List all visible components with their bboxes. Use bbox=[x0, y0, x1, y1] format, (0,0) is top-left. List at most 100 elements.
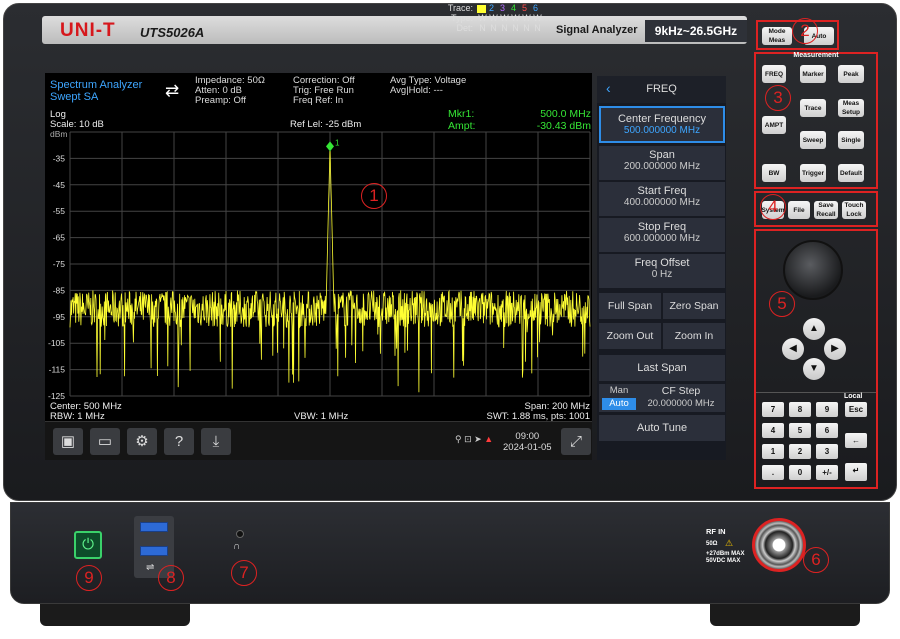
left-arrow-key[interactable]: ◀ bbox=[782, 338, 804, 360]
key-dot[interactable]: . bbox=[762, 465, 784, 480]
default-key[interactable]: Default bbox=[838, 164, 864, 182]
screenshot-icon[interactable]: ▣ bbox=[53, 428, 83, 455]
marker-1-diamond[interactable] bbox=[326, 141, 334, 152]
model-name: UTS5026A bbox=[140, 25, 205, 40]
trace-6: 6 bbox=[532, 3, 538, 13]
clock-time: 09:00 bbox=[515, 431, 540, 442]
avg-hold-text: Avg|Hold: --- bbox=[390, 85, 443, 96]
usb-port-1[interactable] bbox=[140, 522, 168, 532]
type-1: W bbox=[478, 13, 487, 23]
mode-line-1: Spectrum Analyzer bbox=[50, 79, 143, 91]
key-6[interactable]: 6 bbox=[816, 423, 838, 438]
y-tick-label: -95 bbox=[53, 312, 66, 322]
usb-icon: ⇌ bbox=[146, 562, 155, 573]
spectrum-plot[interactable]: -35 -45 -55 -65 -75 -85 -95 -105 -115 -125 1 bbox=[45, 130, 592, 400]
softkey-auto-tune[interactable]: Auto Tune bbox=[599, 415, 725, 441]
menu-title: FREQ bbox=[597, 76, 726, 103]
back-chevron-icon[interactable]: ‹ bbox=[606, 80, 611, 96]
type-3: W bbox=[500, 13, 509, 23]
touch-lock-key[interactable]: Touch Lock bbox=[842, 201, 866, 219]
trace-2: 2 bbox=[488, 3, 494, 13]
meas-setup-key[interactable]: Meas Setup bbox=[838, 99, 864, 117]
left-foot bbox=[40, 604, 190, 626]
right-foot bbox=[710, 604, 860, 626]
softkey-zero-span[interactable]: Zero Span bbox=[663, 293, 725, 319]
callout-9: 9 bbox=[76, 565, 102, 591]
right-arrow-key[interactable]: ▶ bbox=[824, 338, 846, 360]
softkey-zoom-out[interactable]: Zoom Out bbox=[599, 323, 661, 349]
rotary-knob[interactable] bbox=[783, 240, 843, 300]
y-tick-label: -75 bbox=[53, 259, 66, 269]
key-3[interactable]: 3 bbox=[816, 444, 838, 459]
key-4[interactable]: 4 bbox=[762, 423, 784, 438]
measurement-title: Measurement bbox=[793, 52, 839, 59]
headphone-jack[interactable] bbox=[236, 530, 244, 538]
ref-level[interactable]: Ref Lel: -25 dBm bbox=[290, 119, 361, 130]
y-tick-label: -65 bbox=[53, 233, 66, 243]
softkey-center-frequency[interactable]: Center Frequency 500.000000 MHz bbox=[599, 106, 725, 143]
marker-labels: Mkr1: Ampt: bbox=[448, 108, 475, 132]
key-0[interactable]: 0 bbox=[789, 465, 811, 480]
key-2[interactable]: 2 bbox=[789, 444, 811, 459]
usb-port-2[interactable] bbox=[140, 546, 168, 556]
cf-step-man[interactable]: Man bbox=[602, 385, 636, 397]
trace-label: Trace: bbox=[447, 3, 473, 13]
clock: 09:00 2024-01-05 bbox=[503, 431, 552, 453]
det-3: N bbox=[501, 23, 508, 33]
det-2: N bbox=[490, 23, 497, 33]
caution-icon: ⚠ bbox=[725, 538, 734, 548]
key-8[interactable]: 8 bbox=[789, 402, 811, 417]
y-tick-label: -35 bbox=[53, 153, 66, 163]
save-recall-key[interactable]: Save Recall bbox=[814, 201, 838, 219]
trace-1-swatch bbox=[477, 4, 486, 13]
bw-key[interactable]: BW bbox=[762, 164, 786, 182]
fullscreen-icon[interactable]: ⤢ bbox=[561, 428, 591, 455]
backspace-key[interactable]: ← bbox=[845, 433, 867, 448]
enter-key[interactable]: ↵ bbox=[845, 463, 867, 481]
softkey-last-span[interactable]: Last Span bbox=[599, 355, 725, 381]
down-arrow-key[interactable]: ▼ bbox=[803, 358, 825, 380]
trace-key[interactable]: Trace bbox=[800, 99, 826, 117]
key-5[interactable]: 5 bbox=[789, 423, 811, 438]
span-label: Span bbox=[649, 149, 675, 161]
up-arrow-key[interactable]: ▲ bbox=[803, 318, 825, 340]
single-key[interactable]: Single bbox=[838, 131, 864, 149]
stop-freq-value: 600.000000 MHz bbox=[623, 233, 701, 244]
freq-key[interactable]: FREQ bbox=[762, 65, 786, 83]
det-6: N bbox=[534, 23, 541, 33]
softkey-span[interactable]: Span 200.000000 MHz bbox=[599, 146, 725, 180]
mode-meas-button[interactable]: Mode Meas bbox=[762, 27, 792, 45]
cf-step-label: CF Step bbox=[661, 385, 701, 397]
softkey-start-freq[interactable]: Start Freq 400.000000 MHz bbox=[599, 182, 725, 216]
download-icon[interactable]: ⤓ bbox=[201, 428, 231, 455]
det-1: N bbox=[479, 23, 486, 33]
headphone-icon: ∩ bbox=[233, 541, 241, 552]
ampt-key[interactable]: AMPT bbox=[762, 116, 786, 134]
key-7[interactable]: 7 bbox=[762, 402, 784, 417]
softkey-zoom-in[interactable]: Zoom In bbox=[663, 323, 725, 349]
marker-key[interactable]: Marker bbox=[800, 65, 826, 83]
softkey-cf-step[interactable]: Man Auto CF Step 20.000000 MHz bbox=[599, 384, 725, 412]
softkey-full-span[interactable]: Full Span bbox=[599, 293, 661, 319]
folder-icon[interactable]: ▭ bbox=[90, 428, 120, 455]
key-9[interactable]: 9 bbox=[816, 402, 838, 417]
trigger-key[interactable]: Trigger bbox=[800, 164, 826, 182]
esc-key[interactable]: Esc bbox=[845, 402, 867, 417]
softkey-stop-freq[interactable]: Stop Freq 600.000000 MHz bbox=[599, 218, 725, 252]
help-icon[interactable]: ? bbox=[164, 428, 194, 455]
key-1[interactable]: 1 bbox=[762, 444, 784, 459]
power-icon[interactable]: ⏻ bbox=[74, 531, 102, 559]
callout-5: 5 bbox=[769, 291, 795, 317]
cf-step-auto[interactable]: Auto bbox=[602, 398, 636, 410]
mode-label[interactable]: Spectrum Analyzer Swept SA bbox=[50, 79, 142, 103]
softkey-freq-offset[interactable]: Freq Offset 0 Hz bbox=[599, 254, 725, 288]
file-key[interactable]: File bbox=[788, 201, 810, 219]
sweep-toggle-icon[interactable]: ⇄ bbox=[165, 81, 179, 101]
peak-key[interactable]: Peak bbox=[838, 65, 864, 83]
trace-4: 4 bbox=[510, 3, 516, 13]
trace-table[interactable]: Trace: 2 3 4 5 6 Type: W W W W W W Det: N N N N N N bbox=[443, 3, 543, 33]
sweep-key[interactable]: Sweep bbox=[800, 131, 826, 149]
settings-icon[interactable]: ⚙ bbox=[127, 428, 157, 455]
rf-input-connector[interactable] bbox=[752, 518, 806, 572]
key-plus-minus[interactable]: +/- bbox=[816, 465, 838, 480]
